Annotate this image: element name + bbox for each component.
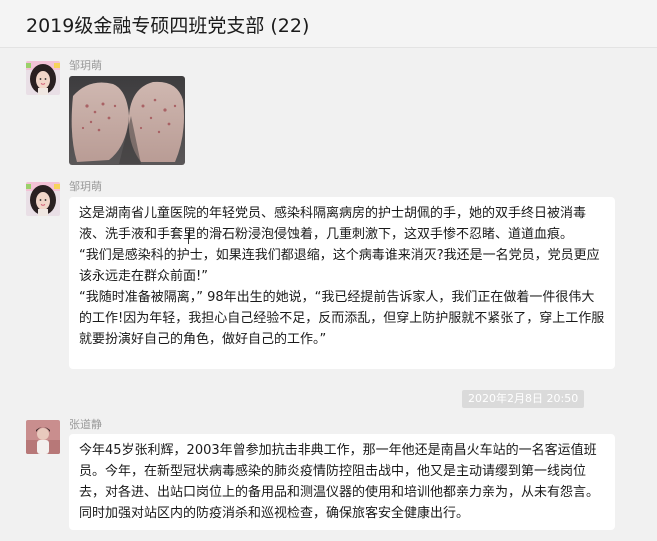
message-bubble[interactable]: 今年45岁张利辉，2003年曾参加抗击非典工作，那一年他还是南昌火车站的一名客运…	[69, 434, 615, 530]
avatar-zou-yuemeng[interactable]	[26, 182, 60, 216]
avatar-zou-yuemeng[interactable]	[26, 61, 60, 95]
avatar-zhang-daojing[interactable]	[26, 420, 60, 454]
message-photo[interactable]	[69, 76, 185, 165]
sender-name: 张道静	[69, 418, 102, 431]
hands-photo-icon	[69, 76, 185, 165]
text-cursor	[188, 232, 189, 244]
timestamp-divider: 2020年2月8日 20:50	[462, 390, 585, 408]
sender-name: 邹玥萌	[69, 180, 102, 193]
chat-header: 2019级金融专硕四班党支部 (22)	[0, 0, 657, 48]
avatar-image	[26, 420, 60, 454]
message-bubble[interactable]: 这是湖南省儿童医院的年轻党员、感染科隔离病房的护士胡佩的手，她的双手终日被消毒液…	[69, 197, 615, 369]
avatar-image	[26, 61, 60, 95]
chat-title[interactable]: 2019级金融专硕四班党支部 (22)	[26, 11, 309, 38]
avatar-image	[26, 182, 60, 216]
sender-name: 邹玥萌	[69, 59, 102, 72]
